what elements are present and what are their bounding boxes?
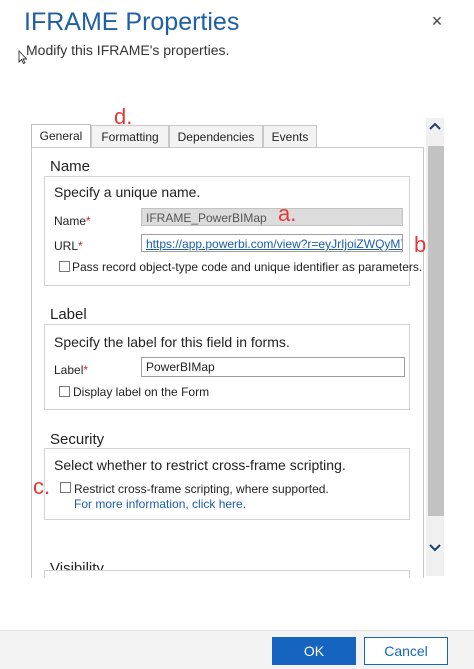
more-info-link[interactable]: For more information, click here. (74, 497, 246, 511)
restrict-scripting-checkbox[interactable] (60, 482, 71, 493)
required-marker: * (78, 239, 83, 253)
pass-params-checkbox[interactable] (59, 261, 70, 272)
display-label-text: Display label on the Form (73, 385, 210, 399)
label-section-description: Specify the label for this field in form… (54, 334, 290, 350)
label-label: Label* (54, 363, 89, 377)
required-marker: * (86, 214, 91, 228)
required-marker: * (83, 363, 89, 377)
tab-dependencies[interactable]: Dependencies (169, 125, 263, 148)
label-field[interactable]: PowerBIMap (141, 357, 405, 377)
annotation-a: a. (278, 201, 297, 226)
security-section-title: Security (50, 431, 105, 448)
label-section-title: Label (50, 306, 87, 323)
scrollbar-thumb[interactable] (428, 146, 444, 516)
display-label-checkbox[interactable] (59, 386, 70, 397)
url-field[interactable]: https://app.powerbi.com/view?r=eyJrIjoiZ… (141, 234, 403, 252)
visibility-section-box (44, 570, 410, 578)
tab-general[interactable]: General (31, 124, 91, 149)
pass-params-label: Pass record object-type code and unique … (72, 260, 423, 274)
name-section-description: Specify a unique name. (54, 184, 201, 200)
general-tab-panel: Name Specify a unique name. Name* IFRAME… (31, 147, 424, 578)
dialog-subtitle: Modify this IFRAME's properties. (26, 42, 230, 58)
close-icon[interactable]: × (428, 12, 446, 30)
security-section-description: Select whether to restrict cross-frame s… (54, 457, 346, 473)
ok-button[interactable]: OK (272, 637, 356, 665)
restrict-scripting-label: Restrict cross-frame scripting, where su… (74, 482, 329, 496)
name-label: Name* (54, 214, 91, 228)
tab-events[interactable]: Events (263, 125, 317, 148)
name-section-title: Name (50, 158, 91, 175)
dialog-title: IFRAME Properties (24, 8, 240, 36)
name-field[interactable]: IFRAME_PowerBIMap (141, 208, 403, 226)
annotation-d: d. (114, 104, 133, 129)
chevron-down-icon[interactable] (426, 540, 444, 558)
chevron-up-icon[interactable] (426, 120, 444, 138)
url-label: URL* (54, 239, 83, 253)
annotation-c: c. (33, 474, 51, 499)
cancel-button[interactable]: Cancel (364, 637, 448, 665)
mouse-pointer-icon (18, 50, 28, 64)
